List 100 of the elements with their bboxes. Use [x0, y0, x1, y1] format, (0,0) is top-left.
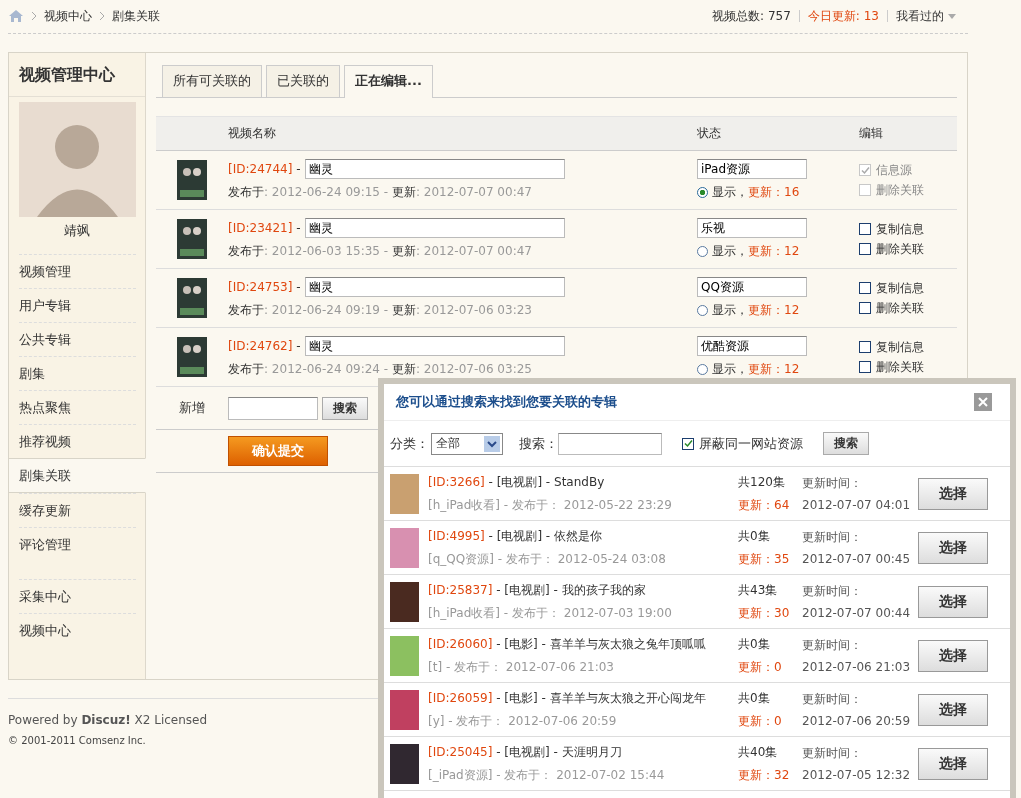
album-title: [ID:25045] - [电视剧] - 天涯明月刀	[428, 743, 623, 761]
history-menu[interactable]: 我看过的	[896, 7, 956, 25]
tab[interactable]: 正在编辑...	[344, 65, 433, 98]
album-source: [q_QQ资源] - 发布于： 2012-05-24 03:08	[428, 550, 667, 568]
filter-label: 屏蔽同一网站资源	[699, 434, 803, 453]
title-input[interactable]: 幽灵	[304, 336, 565, 356]
add-input[interactable]	[228, 396, 318, 420]
title-input[interactable]: 幽灵	[304, 159, 565, 179]
close-button[interactable]	[974, 393, 992, 411]
show-status: 显示，更新：12	[712, 361, 800, 378]
add-label: 新增	[178, 399, 206, 417]
sidebar-item[interactable]: 剧集	[19, 356, 136, 390]
show-radio[interactable]	[697, 187, 708, 198]
episode-count: 共120集	[738, 473, 786, 491]
select-button[interactable]: 选择	[918, 747, 988, 780]
show-status: 显示，更新：16	[712, 184, 800, 201]
update-count: 更新：64	[738, 496, 791, 514]
search-label: 搜索：	[519, 434, 558, 453]
update-time-label: 更新时间：	[802, 745, 863, 762]
update-time-label: 更新时间：	[802, 529, 863, 546]
update-time-label: 更新时间：	[802, 583, 863, 600]
breadcrumb-link[interactable]: 视频中心	[44, 7, 92, 25]
tab[interactable]: 已关联的	[266, 65, 340, 97]
publish-info: 发布于: 2012-06-24 09:19 - 更新: 2012-07-06 03:23	[228, 302, 533, 319]
select-button[interactable]: 选择	[918, 639, 988, 672]
sidebar-item[interactable]: 剧集关联	[9, 458, 146, 493]
show-status: 显示，更新：12	[712, 243, 800, 260]
album-title: [ID:3266] - [电视剧] - StandBy	[428, 473, 606, 491]
update-time-label: 更新时间：	[802, 637, 863, 654]
search-button[interactable]: 搜索	[322, 396, 368, 420]
source-input[interactable]: iPad资源	[697, 159, 807, 179]
select-button[interactable]: 选择	[918, 477, 988, 510]
title-input[interactable]: 幽灵	[304, 218, 565, 238]
episode-count: 共0集	[738, 689, 771, 707]
poster-placeholder	[390, 581, 419, 622]
poster-placeholder	[390, 473, 419, 514]
checkbox[interactable]	[859, 341, 871, 353]
checkbox[interactable]	[859, 223, 871, 235]
show-status: 显示，更新：12	[712, 302, 800, 319]
caret-icon	[948, 13, 956, 19]
album-source: [h_iPad收看] - 发布于： 2012-05-22 23:29	[428, 496, 673, 514]
poster-placeholder	[177, 219, 207, 259]
album-title: [ID:26060] - [电影] - 喜羊羊与灰太狼之兔年顶呱呱	[428, 635, 707, 653]
checkbox[interactable]	[859, 243, 871, 255]
powered-by: Powered by Discuz! X2 Licensed	[8, 713, 208, 727]
sidebar-item[interactable]: 采集中心	[19, 579, 136, 613]
select-button[interactable]: 选择	[918, 585, 988, 618]
update-count: 更新：0	[738, 712, 783, 730]
tab[interactable]: 所有可关联的	[162, 65, 262, 97]
checkbox-label: 删除关联	[876, 240, 924, 258]
album-source: [y] - 发布于： 2012-07-06 20:59	[428, 712, 618, 730]
sidebar-item[interactable]: 缓存更新	[19, 493, 136, 527]
checkbox[interactable]	[859, 282, 871, 294]
breadcrumb-link[interactable]: 剧集关联	[112, 7, 160, 25]
update-time: 2012-07-07 00:45	[802, 552, 912, 566]
show-radio[interactable]	[697, 305, 708, 316]
title-input[interactable]: 幽灵	[304, 277, 565, 297]
update-time: 2012-07-06 20:59	[802, 714, 912, 728]
checkbox[interactable]	[859, 361, 871, 373]
poster-placeholder	[390, 743, 419, 784]
poster-placeholder	[177, 278, 207, 318]
category-label: 分类：	[390, 434, 429, 453]
category-select[interactable]: 全部	[431, 432, 503, 455]
search-field[interactable]	[558, 432, 662, 455]
close-icon	[978, 397, 988, 407]
sidebar-title: 视频管理中心	[9, 53, 145, 97]
today-updates: 今日更新: 13	[807, 7, 879, 25]
update-time-label: 更新时间：	[802, 475, 863, 492]
checkbox-label: 复制信息	[876, 279, 924, 297]
sidebar-item[interactable]: 用户专辑	[19, 288, 136, 322]
select-button[interactable]: 选择	[918, 693, 988, 726]
update-time: 2012-07-07 04:01	[802, 498, 912, 512]
total-count: 视频总数: 757	[712, 7, 791, 25]
sidebar-item[interactable]: 热点聚焦	[19, 390, 136, 424]
column-header: 状态	[697, 125, 722, 142]
select-button[interactable]: 选择	[918, 531, 988, 564]
chevron-icon	[31, 11, 37, 21]
column-header: 编辑	[859, 125, 884, 142]
sidebar-item[interactable]: 公共专辑	[19, 322, 136, 356]
show-radio[interactable]	[697, 364, 708, 375]
episode-count: 共0集	[738, 527, 771, 545]
show-radio[interactable]	[697, 246, 708, 257]
checkbox-label: 删除关联	[876, 299, 924, 317]
search-button[interactable]: 搜索	[823, 432, 869, 455]
source-input[interactable]: QQ资源	[697, 277, 807, 297]
video-id: [ID:24753] -	[228, 280, 301, 294]
update-count: 更新：30	[738, 604, 791, 622]
sidebar-item[interactable]: 评论管理	[19, 527, 136, 561]
update-count: 更新：0	[738, 658, 783, 676]
poster-placeholder	[390, 635, 419, 676]
sidebar-item[interactable]: 视频管理	[19, 254, 136, 288]
source-input[interactable]: 乐视	[697, 218, 807, 238]
sidebar-item[interactable]: 视频中心	[19, 613, 136, 647]
episode-count: 共43集	[738, 581, 779, 599]
filter-checkbox[interactable]	[682, 437, 694, 450]
album-title: [ID:26059] - [电影] - 喜羊羊与灰太狼之开心闯龙年	[428, 689, 707, 707]
checkbox-label: 删除关联	[876, 181, 924, 199]
source-input[interactable]: 优酷资源	[697, 336, 807, 356]
user-name: 靖飒	[64, 222, 90, 240]
checkbox[interactable]	[859, 302, 871, 314]
